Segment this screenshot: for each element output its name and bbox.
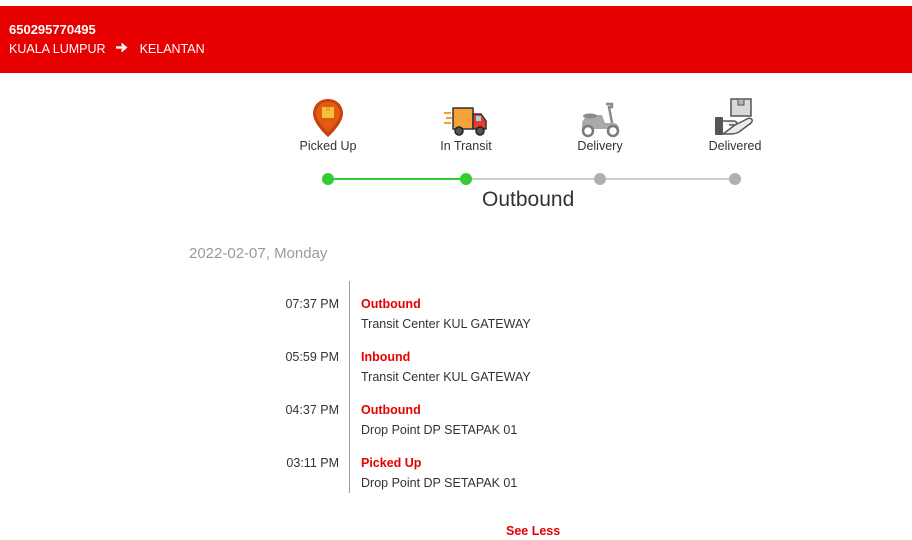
location-pin-icon: [273, 95, 383, 139]
arrow-right-icon: [115, 42, 128, 56]
step-label: Delivery: [577, 139, 623, 153]
shipment-header: 650295770495 KUALA LUMPUR KELANTAN: [0, 6, 912, 73]
progress-dot-delivered: [729, 173, 741, 185]
destination-city: KELANTAN: [139, 42, 205, 56]
event-status: Inbound: [361, 350, 411, 364]
step-picked-up: Picked Up: [273, 95, 383, 153]
step-label: In Transit: [440, 139, 492, 153]
scooter-icon: [545, 95, 655, 139]
event-location: Transit Center KUL GATEWAY: [361, 317, 531, 331]
timeline-line: [349, 281, 350, 493]
step-in-transit: In Transit: [411, 95, 521, 153]
event-time: 03:11 PM: [286, 456, 339, 470]
origin-city: KUALA LUMPUR: [9, 42, 106, 56]
see-less-link[interactable]: See Less: [506, 524, 560, 538]
step-delivered: Delivered: [680, 95, 790, 153]
event-time: 05:59 PM: [285, 350, 339, 364]
step-label: Delivered: [708, 139, 762, 153]
progress-dot-picked-up: [322, 173, 334, 185]
current-status: Outbound: [482, 188, 575, 211]
event-location: Drop Point DP SETAPAK 01: [361, 423, 518, 437]
progress-dot-delivery: [594, 173, 606, 185]
progress-segment-done: [328, 178, 466, 180]
event-status: Outbound: [361, 297, 421, 311]
event-location: Transit Center KUL GATEWAY: [361, 370, 531, 384]
delivery-truck-icon: [411, 95, 521, 139]
event-status: Outbound: [361, 403, 421, 417]
event-date: 2022-02-07, Monday: [189, 245, 328, 262]
step-label: Picked Up: [299, 139, 357, 153]
tracking-number: 650295770495: [9, 22, 96, 37]
event-location: Drop Point DP SETAPAK 01: [361, 476, 518, 490]
hand-package-icon: [680, 95, 790, 139]
progress-dot-in-transit: [460, 173, 472, 185]
event-time: 04:37 PM: [285, 403, 339, 417]
step-delivery: Delivery: [545, 95, 655, 153]
shipment-route: KUALA LUMPUR KELANTAN: [9, 42, 205, 56]
event-time: 07:37 PM: [285, 297, 339, 311]
event-status: Picked Up: [361, 456, 422, 470]
